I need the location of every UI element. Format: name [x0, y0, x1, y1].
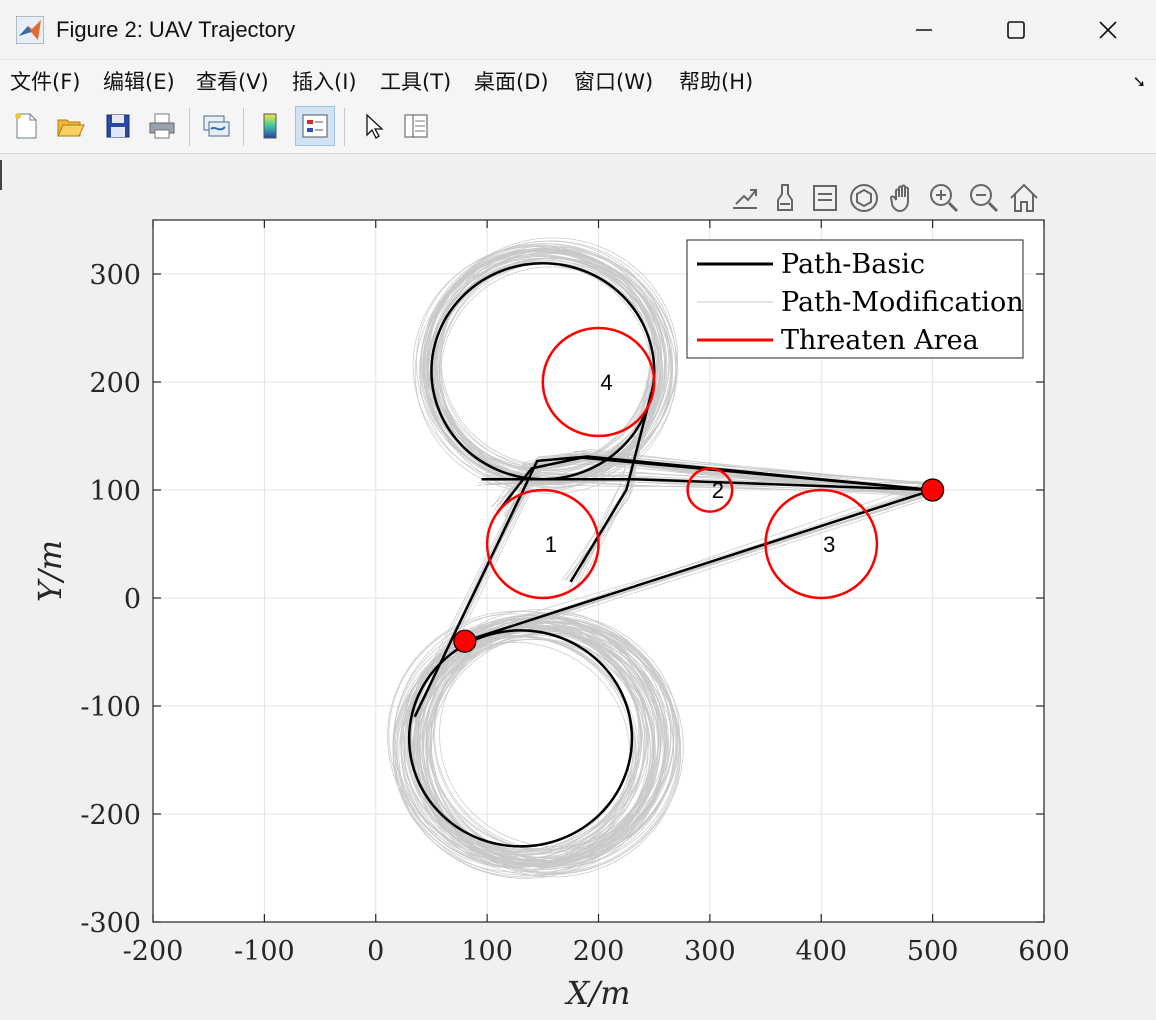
- x-tick-label: 600: [1018, 936, 1070, 967]
- maximize-button[interactable]: [970, 0, 1062, 60]
- y-axis-label: Y/m: [31, 540, 69, 602]
- open-folder-icon: [57, 119, 85, 137]
- x-tick-label: 200: [573, 936, 625, 967]
- menu-help[interactable]: 帮助(H): [679, 66, 753, 96]
- close-button[interactable]: [1062, 0, 1154, 60]
- y-tick-label: -300: [80, 908, 141, 939]
- x-tick-label: 300: [684, 936, 736, 967]
- y-tick-label: -200: [80, 800, 141, 831]
- menu-insert[interactable]: 插入(I): [292, 66, 357, 96]
- menu-bar: 文件(F) 编辑(E) 查看(V) 插入(I) 工具(T) 桌面(D) 窗口(W…: [0, 60, 1156, 100]
- insert-legend-button[interactable]: [295, 106, 335, 146]
- threat-area-label: 4: [600, 370, 612, 395]
- y-tick-label: 200: [89, 368, 141, 399]
- menu-window[interactable]: 窗口(W): [574, 66, 653, 96]
- print-button[interactable]: [142, 106, 182, 146]
- y-tick-label: -100: [80, 692, 141, 723]
- threat-area-label: 2: [712, 478, 724, 503]
- save-button[interactable]: [98, 106, 138, 146]
- x-tick-label: 500: [907, 936, 959, 967]
- save-disk-icon: [106, 114, 130, 138]
- insert-colorbar-button[interactable]: [250, 106, 290, 146]
- property-inspector-button[interactable]: [396, 106, 436, 146]
- minimize-icon: [916, 29, 932, 31]
- toolbar-separator: [344, 108, 345, 146]
- threat-area-label: 1: [545, 532, 557, 557]
- x-tick-label: 400: [795, 936, 847, 967]
- menu-edit[interactable]: 编辑(E): [103, 66, 175, 96]
- y-tick-label: 100: [89, 476, 141, 507]
- window-title: Figure 2: UAV Trajectory: [56, 17, 296, 42]
- legend-icon: [302, 114, 328, 138]
- threat-area-label: 3: [823, 532, 835, 557]
- edit-plot-button[interactable]: [352, 106, 392, 146]
- close-icon: [1099, 21, 1117, 39]
- y-tick-label: 0: [124, 584, 141, 615]
- property-inspector-icon: [404, 114, 428, 138]
- open-file-button[interactable]: [50, 106, 90, 146]
- figure-canvas-area: 1 2 3 4 -200 -100 0 100 200 300 400 500 600 -300 -200-…: [0, 154, 1156, 1020]
- legend: Path-Basic Path-Modification Threaten Area: [686, 239, 1024, 359]
- new-document-icon: [15, 113, 37, 139]
- toolbar-separator: [189, 108, 190, 146]
- waypoint-marker: [921, 478, 945, 502]
- waypoint-marker: [453, 629, 477, 653]
- matlab-app-icon: [16, 16, 44, 44]
- menu-view[interactable]: 查看(V): [196, 66, 269, 96]
- title-bar: Figure 2: UAV Trajectory: [0, 0, 1156, 60]
- legend-entry: Path-Basic: [781, 249, 925, 280]
- menu-tools[interactable]: 工具(T): [380, 66, 451, 96]
- maximize-icon: [1007, 21, 1025, 39]
- link-plot-icon: [203, 115, 230, 137]
- menu-dock-arrow-icon[interactable]: ➘: [1133, 72, 1146, 91]
- legend-entry: Threaten Area: [781, 325, 979, 356]
- x-tick-label: -100: [234, 936, 295, 967]
- menu-desktop[interactable]: 桌面(D): [474, 66, 549, 96]
- trajectory-chart: 1234-200 -100 0 100 200 300 400 500 600-300-200-…: [31, 219, 1070, 1012]
- x-axis-label: X/m: [564, 974, 631, 1012]
- x-tick-label: 100: [461, 936, 513, 967]
- pointer-arrow-icon: [366, 113, 384, 139]
- x-tick-label: 0: [367, 936, 384, 967]
- legend-entry: Path-Modification: [781, 287, 1024, 318]
- menu-file[interactable]: 文件(F): [10, 66, 80, 96]
- colorbar-icon: [263, 113, 277, 139]
- link-plot-button[interactable]: [196, 106, 236, 146]
- figure-toolbar: [0, 100, 1156, 154]
- printer-icon: [149, 113, 175, 139]
- new-figure-button[interactable]: [6, 106, 46, 146]
- x-tick-label: -200: [123, 936, 184, 967]
- y-tick-label: 300: [89, 260, 141, 291]
- minimize-button[interactable]: [878, 0, 970, 60]
- toolbar-separator: [243, 108, 244, 146]
